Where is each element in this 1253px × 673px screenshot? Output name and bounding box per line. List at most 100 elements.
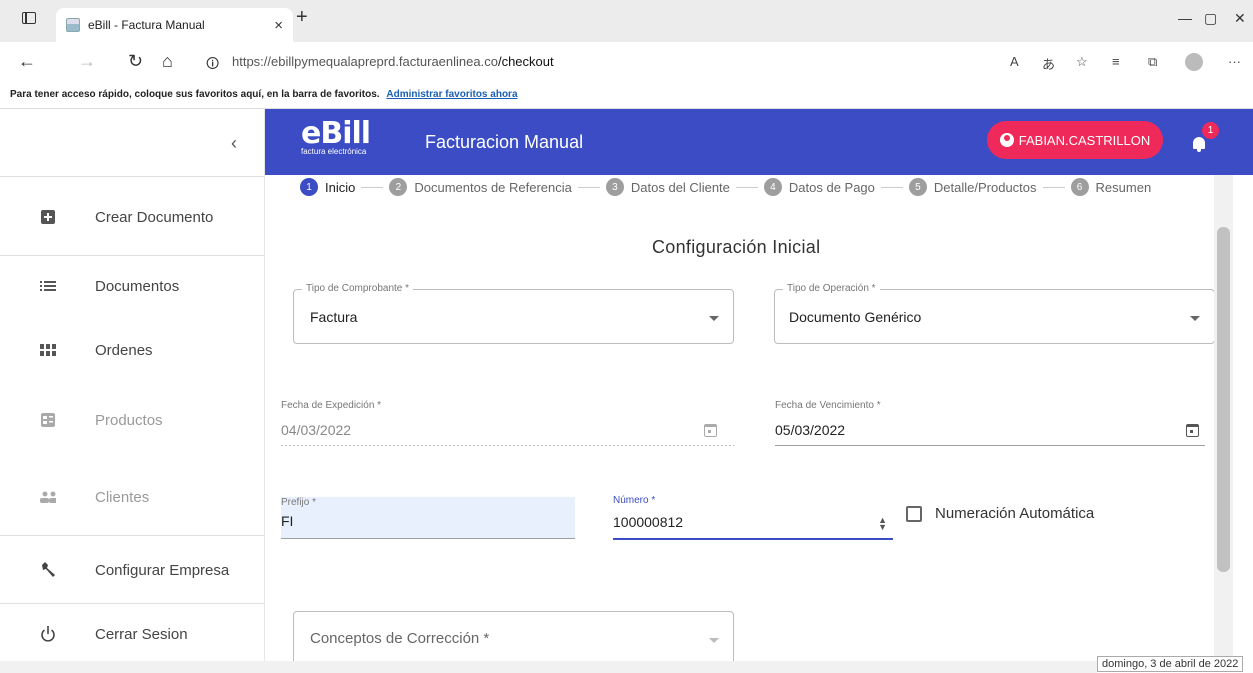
- field-value: 04/03/2022: [281, 422, 352, 438]
- reload-icon[interactable]: ↻: [128, 51, 143, 72]
- favorite-star-icon[interactable]: ☆: [1076, 54, 1088, 70]
- sidebar-item-documentos[interactable]: Documentos: [0, 256, 265, 316]
- step-label: Datos de Pago: [788, 179, 875, 195]
- sidebar-collapse[interactable]: ‹: [0, 109, 265, 177]
- step-connector: [361, 186, 384, 188]
- back-icon[interactable]: ←: [18, 51, 36, 72]
- page-title: Facturacion Manual: [425, 132, 584, 152]
- field-label: Prefijo *: [281, 497, 317, 508]
- tab-close-icon[interactable]: ×: [274, 17, 283, 34]
- ebill-logo[interactable]: eBill factura electrónica: [301, 116, 371, 157]
- favorites-list-icon[interactable]: ≡: [1112, 54, 1120, 69]
- step-number: 1: [300, 178, 318, 196]
- window-close-icon[interactable]: ✕: [1234, 10, 1246, 27]
- tipo-comprobante-select[interactable]: Tipo de Comprobante * Factura: [293, 283, 734, 344]
- bell-icon[interactable]: [1193, 137, 1205, 152]
- step-label: Datos del Cliente: [630, 179, 730, 195]
- field-value: Documento Genérico: [789, 309, 922, 325]
- logo-text: eBill: [301, 116, 371, 151]
- step-detalle-productos[interactable]: 5 Detalle/Productos: [908, 178, 1037, 196]
- field-value: FI: [281, 513, 294, 529]
- sidebar-item-label: Productos: [95, 411, 163, 429]
- fecha-vencimiento-field[interactable]: Fecha de Vencimiento * 05/03/2022: [775, 400, 1205, 446]
- user-menu-button[interactable]: FABIAN.CASTRILLON: [987, 121, 1163, 159]
- address-bar-row: ← → ↻ ⌂ 🛈 https://ebillpymequalapreprd.f…: [0, 42, 1253, 82]
- step-number: 6: [1070, 178, 1089, 196]
- sidebar-item-configurar-empresa[interactable]: Configurar Empresa: [0, 540, 265, 600]
- step-label: Resumen: [1095, 179, 1152, 195]
- site-info-icon[interactable]: 🛈: [206, 55, 219, 77]
- app-header: eBill factura electrónica Facturacion Ma…: [265, 109, 1253, 175]
- plus-box-icon: [40, 209, 56, 225]
- favicon-icon: [66, 18, 80, 32]
- step-number: 3: [605, 178, 624, 196]
- scrollbar-thumb[interactable]: [1217, 227, 1230, 572]
- collections-icon[interactable]: ⧉: [1148, 54, 1157, 70]
- browser-tab[interactable]: eBill - Factura Manual ×: [56, 8, 293, 42]
- profile-avatar[interactable]: [1185, 53, 1203, 71]
- calendar-icon[interactable]: [704, 424, 717, 437]
- field-value: 100000812: [613, 514, 684, 530]
- field-label: Fecha de Vencimiento *: [775, 400, 881, 411]
- field-underline: [775, 445, 1205, 446]
- sidebar-item-productos[interactable]: Productos: [0, 390, 265, 450]
- number-spinner-icon[interactable]: ▲ ▼: [878, 516, 887, 532]
- minimize-icon[interactable]: —: [1178, 10, 1192, 26]
- step-resumen[interactable]: 6 Resumen: [1070, 178, 1152, 196]
- more-menu-icon[interactable]: ···: [1228, 54, 1241, 69]
- chevron-down-icon: [1190, 316, 1200, 321]
- people-icon: [40, 489, 56, 505]
- url-field[interactable]: https://ebillpymequalapreprd.facturaenli…: [232, 54, 554, 69]
- tab-title: eBill - Factura Manual: [88, 18, 205, 32]
- sidebar-item-label: Ordenes: [95, 341, 153, 359]
- sidebar-item-crear-documento[interactable]: Crear Documento: [0, 187, 265, 247]
- power-icon: [40, 626, 56, 642]
- forward-icon[interactable]: →: [78, 51, 96, 72]
- checkbox-label: Numeración Automática: [935, 505, 1095, 522]
- field-label: Tipo de Comprobante *: [302, 283, 414, 294]
- step-inicio[interactable]: 1 Inicio: [300, 178, 355, 196]
- tab-actions-icon[interactable]: [22, 12, 36, 24]
- step-number: 4: [763, 178, 782, 196]
- date-tooltip: domingo, 3 de abril de 2022: [1097, 656, 1244, 672]
- prefijo-field[interactable]: Prefijo * FI: [281, 497, 575, 539]
- field-label: Tipo de Operación *: [783, 283, 880, 294]
- home-icon[interactable]: ⌂: [162, 51, 173, 72]
- chevron-left-icon[interactable]: ‹: [231, 133, 237, 154]
- numeracion-automatica-option[interactable]: Numeración Automática: [906, 505, 1094, 522]
- list-icon: [40, 278, 56, 294]
- field-value: Factura: [310, 309, 358, 325]
- step-datos-pago[interactable]: 4 Datos de Pago: [763, 178, 875, 196]
- tipo-operacion-select[interactable]: Tipo de Operación * Documento Genérico: [774, 283, 1215, 344]
- sidebar-item-cerrar-sesion[interactable]: Cerrar Sesion: [0, 604, 265, 664]
- sidebar-item-ordenes[interactable]: Ordenes: [0, 320, 265, 380]
- step-documentos-referencia[interactable]: 2 Documentos de Referencia: [389, 178, 572, 196]
- product-icon: [40, 412, 56, 428]
- sidebar-item-clientes[interactable]: Clientes: [0, 467, 265, 527]
- numeracion-automatica-checkbox[interactable]: [906, 505, 922, 522]
- step-datos-cliente[interactable]: 3 Datos del Cliente: [605, 178, 730, 196]
- url-domain: https://ebillpymequalapreprd.facturaenli…: [232, 54, 498, 69]
- stepper: 1 Inicio 2 Documentos de Referencia 3 Da…: [300, 177, 1220, 197]
- calendar-icon[interactable]: [1186, 424, 1199, 437]
- vertical-scrollbar[interactable]: [1214, 175, 1233, 660]
- chevron-down-icon: [709, 316, 719, 321]
- numero-field[interactable]: Número * 100000812 ▲ ▼: [613, 495, 893, 540]
- maximize-icon[interactable]: ▢: [1204, 10, 1217, 27]
- chevron-down-icon: [709, 638, 719, 643]
- sidebar-item-label: Cerrar Sesion: [95, 625, 188, 643]
- notification-badge: 1: [1202, 122, 1219, 139]
- new-tab-button[interactable]: +: [296, 6, 308, 29]
- sidebar-item-label: Crear Documento: [95, 208, 214, 226]
- fecha-expedicion-field[interactable]: Fecha de Expedición * 04/03/2022: [281, 400, 734, 446]
- browser-tab-bar: eBill - Factura Manual × + — ▢ ✕: [0, 0, 1253, 42]
- divider: [0, 535, 265, 536]
- translate-icon[interactable]: あ: [1042, 54, 1055, 73]
- favorites-hint: Para tener acceso rápido, coloque sus fa…: [10, 89, 380, 100]
- step-label: Detalle/Productos: [933, 179, 1037, 195]
- logo-subtitle: factura electrónica: [301, 147, 367, 156]
- grid-icon: [40, 342, 56, 358]
- read-aloud-icon[interactable]: A: [1010, 54, 1019, 69]
- horizontal-scrollbar[interactable]: [0, 661, 1097, 673]
- manage-favorites-link[interactable]: Administrar favoritos ahora: [386, 89, 517, 100]
